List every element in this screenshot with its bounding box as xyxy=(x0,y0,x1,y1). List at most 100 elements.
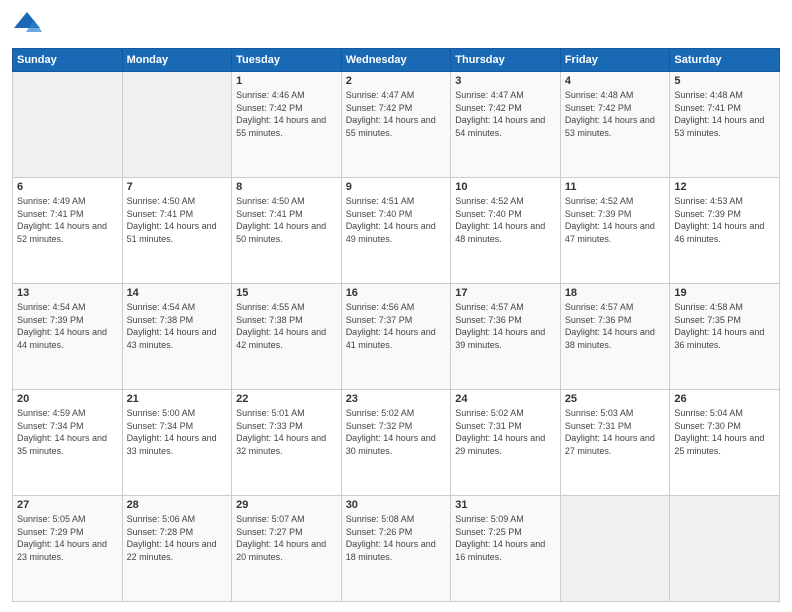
day-info: Sunrise: 5:05 AMSunset: 7:29 PMDaylight:… xyxy=(17,513,118,563)
calendar-cell: 12 Sunrise: 4:53 AMSunset: 7:39 PMDayligh… xyxy=(670,178,780,284)
calendar-cell: 20 Sunrise: 4:59 AMSunset: 7:34 PMDayligh… xyxy=(13,390,123,496)
day-info: Sunrise: 4:52 AMSunset: 7:39 PMDaylight:… xyxy=(565,195,666,245)
calendar-cell: 24Sunrise: 5:02 AMSunset: 7:31 PMDayligh… xyxy=(451,390,561,496)
day-info: Sunrise: 4:51 AMSunset: 7:40 PMDaylight:… xyxy=(346,195,447,245)
day-info: Sunrise: 5:02 AMSunset: 7:32 PMDaylight:… xyxy=(346,407,447,457)
day-number: 23 xyxy=(346,393,447,405)
day-number: 13 xyxy=(17,287,118,299)
calendar-cell xyxy=(122,72,232,178)
day-number: 9 xyxy=(346,181,447,193)
day-info: Sunrise: 5:08 AMSunset: 7:26 PMDaylight:… xyxy=(346,513,447,563)
weekday-header-wednesday: Wednesday xyxy=(341,49,451,72)
day-number: 21 xyxy=(127,393,228,405)
day-info: Sunrise: 4:54 AMSunset: 7:38 PMDaylight:… xyxy=(127,301,228,351)
day-info: Sunrise: 4:52 AMSunset: 7:40 PMDaylight:… xyxy=(455,195,556,245)
calendar-cell xyxy=(13,72,123,178)
calendar-cell xyxy=(670,496,780,602)
logo-icon xyxy=(12,10,42,40)
day-info: Sunrise: 4:49 AMSunset: 7:41 PMDaylight:… xyxy=(17,195,118,245)
logo xyxy=(12,10,46,40)
day-number: 1 xyxy=(236,75,337,87)
day-number: 16 xyxy=(346,287,447,299)
day-info: Sunrise: 4:50 AMSunset: 7:41 PMDaylight:… xyxy=(236,195,337,245)
calendar-week-4: 20 Sunrise: 4:59 AMSunset: 7:34 PMDayligh… xyxy=(13,390,780,496)
calendar-cell: 28Sunrise: 5:06 AMSunset: 7:28 PMDayligh… xyxy=(122,496,232,602)
calendar-table: SundayMondayTuesdayWednesdayThursdayFrid… xyxy=(12,48,780,602)
day-info: Sunrise: 5:06 AMSunset: 7:28 PMDaylight:… xyxy=(127,513,228,563)
calendar-cell xyxy=(560,496,670,602)
day-number: 27 xyxy=(17,499,118,511)
calendar-cell: 30 Sunrise: 5:08 AMSunset: 7:26 PMDayligh… xyxy=(341,496,451,602)
day-number: 10 xyxy=(455,181,556,193)
day-number: 22 xyxy=(236,393,337,405)
calendar-week-5: 27 Sunrise: 5:05 AMSunset: 7:29 PMDayligh… xyxy=(13,496,780,602)
calendar-cell: 31 Sunrise: 5:09 AMSunset: 7:25 PMDayligh… xyxy=(451,496,561,602)
day-number: 31 xyxy=(455,499,556,511)
day-info: Sunrise: 5:09 AMSunset: 7:25 PMDaylight:… xyxy=(455,513,556,563)
calendar-cell: 19 Sunrise: 4:58 AMSunset: 7:35 PMDayligh… xyxy=(670,284,780,390)
calendar-cell: 16 Sunrise: 4:56 AMSunset: 7:37 PMDayligh… xyxy=(341,284,451,390)
day-info: Sunrise: 4:47 AMSunset: 7:42 PMDaylight:… xyxy=(346,89,447,139)
day-number: 20 xyxy=(17,393,118,405)
calendar-cell: 3 Sunrise: 4:47 AMSunset: 7:42 PMDaylight… xyxy=(451,72,561,178)
calendar-cell: 11 Sunrise: 4:52 AMSunset: 7:39 PMDayligh… xyxy=(560,178,670,284)
day-info: Sunrise: 4:57 AMSunset: 7:36 PMDaylight:… xyxy=(455,301,556,351)
weekday-header-thursday: Thursday xyxy=(451,49,561,72)
day-info: Sunrise: 5:02 AMSunset: 7:31 PMDaylight:… xyxy=(455,407,556,457)
day-number: 6 xyxy=(17,181,118,193)
day-number: 18 xyxy=(565,287,666,299)
day-number: 19 xyxy=(674,287,775,299)
calendar-cell: 4Sunrise: 4:48 AMSunset: 7:42 PMDaylight… xyxy=(560,72,670,178)
calendar-week-1: 1 Sunrise: 4:46 AMSunset: 7:42 PMDaylight… xyxy=(13,72,780,178)
day-number: 4 xyxy=(565,75,666,87)
day-info: Sunrise: 4:56 AMSunset: 7:37 PMDaylight:… xyxy=(346,301,447,351)
day-number: 12 xyxy=(674,181,775,193)
weekday-header-monday: Monday xyxy=(122,49,232,72)
day-info: Sunrise: 4:46 AMSunset: 7:42 PMDaylight:… xyxy=(236,89,337,139)
day-number: 15 xyxy=(236,287,337,299)
day-info: Sunrise: 4:53 AMSunset: 7:39 PMDaylight:… xyxy=(674,195,775,245)
day-info: Sunrise: 4:50 AMSunset: 7:41 PMDaylight:… xyxy=(127,195,228,245)
day-info: Sunrise: 5:03 AMSunset: 7:31 PMDaylight:… xyxy=(565,407,666,457)
day-info: Sunrise: 4:54 AMSunset: 7:39 PMDaylight:… xyxy=(17,301,118,351)
day-info: Sunrise: 4:57 AMSunset: 7:36 PMDaylight:… xyxy=(565,301,666,351)
day-number: 30 xyxy=(346,499,447,511)
calendar-cell: 13 Sunrise: 4:54 AMSunset: 7:39 PMDayligh… xyxy=(13,284,123,390)
day-info: Sunrise: 5:00 AMSunset: 7:34 PMDaylight:… xyxy=(127,407,228,457)
weekday-header-sunday: Sunday xyxy=(13,49,123,72)
day-number: 2 xyxy=(346,75,447,87)
calendar-cell: 15Sunrise: 4:55 AMSunset: 7:38 PMDayligh… xyxy=(232,284,342,390)
day-info: Sunrise: 4:58 AMSunset: 7:35 PMDaylight:… xyxy=(674,301,775,351)
day-number: 14 xyxy=(127,287,228,299)
calendar-body: 1 Sunrise: 4:46 AMSunset: 7:42 PMDaylight… xyxy=(13,72,780,602)
day-number: 26 xyxy=(674,393,775,405)
calendar-cell: 27 Sunrise: 5:05 AMSunset: 7:29 PMDayligh… xyxy=(13,496,123,602)
day-number: 8 xyxy=(236,181,337,193)
day-info: Sunrise: 5:04 AMSunset: 7:30 PMDaylight:… xyxy=(674,407,775,457)
day-number: 17 xyxy=(455,287,556,299)
calendar-cell: 29 Sunrise: 5:07 AMSunset: 7:27 PMDayligh… xyxy=(232,496,342,602)
day-info: Sunrise: 4:47 AMSunset: 7:42 PMDaylight:… xyxy=(455,89,556,139)
calendar-cell: 10 Sunrise: 4:52 AMSunset: 7:40 PMDayligh… xyxy=(451,178,561,284)
day-info: Sunrise: 5:07 AMSunset: 7:27 PMDaylight:… xyxy=(236,513,337,563)
weekday-header-row: SundayMondayTuesdayWednesdayThursdayFrid… xyxy=(13,49,780,72)
calendar-cell: 5 Sunrise: 4:48 AMSunset: 7:41 PMDaylight… xyxy=(670,72,780,178)
calendar-cell: 7 Sunrise: 4:50 AMSunset: 7:41 PMDaylight… xyxy=(122,178,232,284)
day-number: 3 xyxy=(455,75,556,87)
calendar-cell: 14 Sunrise: 4:54 AMSunset: 7:38 PMDayligh… xyxy=(122,284,232,390)
calendar-week-3: 13 Sunrise: 4:54 AMSunset: 7:39 PMDayligh… xyxy=(13,284,780,390)
day-number: 5 xyxy=(674,75,775,87)
weekday-header-friday: Friday xyxy=(560,49,670,72)
day-number: 7 xyxy=(127,181,228,193)
day-number: 11 xyxy=(565,181,666,193)
calendar-cell: 9 Sunrise: 4:51 AMSunset: 7:40 PMDaylight… xyxy=(341,178,451,284)
calendar-header: SundayMondayTuesdayWednesdayThursdayFrid… xyxy=(13,49,780,72)
calendar-cell: 6 Sunrise: 4:49 AMSunset: 7:41 PMDaylight… xyxy=(13,178,123,284)
page: SundayMondayTuesdayWednesdayThursdayFrid… xyxy=(0,0,792,612)
day-info: Sunrise: 4:59 AMSunset: 7:34 PMDaylight:… xyxy=(17,407,118,457)
calendar-week-2: 6 Sunrise: 4:49 AMSunset: 7:41 PMDaylight… xyxy=(13,178,780,284)
weekday-header-saturday: Saturday xyxy=(670,49,780,72)
day-number: 29 xyxy=(236,499,337,511)
calendar-cell: 26 Sunrise: 5:04 AMSunset: 7:30 PMDayligh… xyxy=(670,390,780,496)
day-info: Sunrise: 4:48 AMSunset: 7:41 PMDaylight:… xyxy=(674,89,775,139)
